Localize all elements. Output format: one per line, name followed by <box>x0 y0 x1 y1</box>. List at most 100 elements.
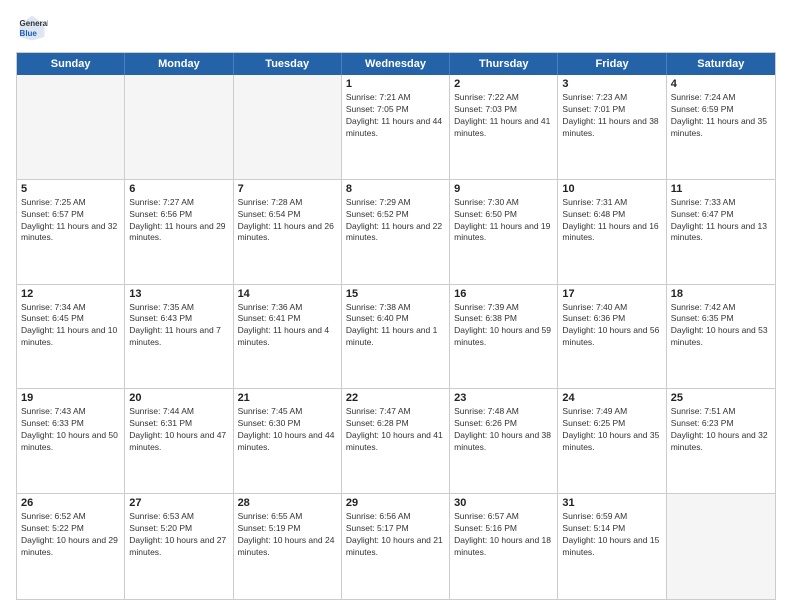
calendar-day-14: 14 Sunrise: 7:36 AMSunset: 6:41 PMDayligh… <box>234 285 342 389</box>
day-number: 16 <box>454 288 553 300</box>
calendar-day-13: 13 Sunrise: 7:35 AMSunset: 6:43 PMDayligh… <box>125 285 233 389</box>
day-number: 23 <box>454 392 553 404</box>
day-info: Sunrise: 7:47 AMSunset: 6:28 PMDaylight:… <box>346 406 443 452</box>
calendar-header: SundayMondayTuesdayWednesdayThursdayFrid… <box>17 53 775 75</box>
day-number: 4 <box>671 78 771 90</box>
calendar-day-10: 10 Sunrise: 7:31 AMSunset: 6:48 PMDayligh… <box>558 180 666 284</box>
calendar-day-empty <box>17 75 125 179</box>
day-number: 21 <box>238 392 337 404</box>
day-info: Sunrise: 7:48 AMSunset: 6:26 PMDaylight:… <box>454 406 551 452</box>
calendar-day-21: 21 Sunrise: 7:45 AMSunset: 6:30 PMDayligh… <box>234 389 342 493</box>
day-info: Sunrise: 6:56 AMSunset: 5:17 PMDaylight:… <box>346 511 443 557</box>
day-number: 18 <box>671 288 771 300</box>
calendar-day-4: 4 Sunrise: 7:24 AMSunset: 6:59 PMDaylight… <box>667 75 775 179</box>
day-info: Sunrise: 7:34 AMSunset: 6:45 PMDaylight:… <box>21 302 117 348</box>
calendar-day-16: 16 Sunrise: 7:39 AMSunset: 6:38 PMDayligh… <box>450 285 558 389</box>
calendar-day-31: 31 Sunrise: 6:59 AMSunset: 5:14 PMDayligh… <box>558 494 666 599</box>
day-info: Sunrise: 7:45 AMSunset: 6:30 PMDaylight:… <box>238 406 335 452</box>
calendar-day-empty <box>125 75 233 179</box>
header-day-monday: Monday <box>125 53 233 75</box>
calendar-day-20: 20Sunrise: 7:44 AMSunset: 6:31 PMDayligh… <box>125 389 233 493</box>
day-number: 30 <box>454 497 553 509</box>
calendar-body: 1 Sunrise: 7:21 AMSunset: 7:05 PMDaylight… <box>17 75 775 599</box>
day-number: 3 <box>562 78 661 90</box>
day-number: 29 <box>346 497 445 509</box>
day-number: 7 <box>238 183 337 195</box>
page: General Blue SundayMondayTuesdayWednesda… <box>0 0 792 612</box>
day-number: 14 <box>238 288 337 300</box>
day-number: 28 <box>238 497 337 509</box>
day-info: Sunrise: 6:52 AMSunset: 5:22 PMDaylight:… <box>21 511 118 557</box>
calendar-day-empty <box>667 494 775 599</box>
day-info: Sunrise: 7:23 AMSunset: 7:01 PMDaylight:… <box>562 92 658 138</box>
day-number: 24 <box>562 392 661 404</box>
calendar-day-22: 22 Sunrise: 7:47 AMSunset: 6:28 PMDayligh… <box>342 389 450 493</box>
day-number: 15 <box>346 288 445 300</box>
header-day-wednesday: Wednesday <box>342 53 450 75</box>
day-number: 17 <box>562 288 661 300</box>
day-info: Sunrise: 7:31 AMSunset: 6:48 PMDaylight:… <box>562 197 658 243</box>
calendar-day-6: 6 Sunrise: 7:27 AMSunset: 6:56 PMDaylight… <box>125 180 233 284</box>
day-info: Sunrise: 7:43 AMSunset: 6:33 PMDaylight:… <box>21 406 118 452</box>
day-number: 19 <box>21 392 120 404</box>
day-info: Sunrise: 7:30 AMSunset: 6:50 PMDaylight:… <box>454 197 550 243</box>
day-number: 8 <box>346 183 445 195</box>
calendar-day-12: 12 Sunrise: 7:34 AMSunset: 6:45 PMDayligh… <box>17 285 125 389</box>
day-info: Sunrise: 7:51 AMSunset: 6:23 PMDaylight:… <box>671 406 768 452</box>
day-number: 26 <box>21 497 120 509</box>
day-number: 9 <box>454 183 553 195</box>
calendar-day-23: 23 Sunrise: 7:48 AMSunset: 6:26 PMDayligh… <box>450 389 558 493</box>
day-info: Sunrise: 6:53 AMSunset: 5:20 PMDaylight:… <box>129 511 226 557</box>
calendar: SundayMondayTuesdayWednesdayThursdayFrid… <box>16 52 776 600</box>
day-number: 5 <box>21 183 120 195</box>
day-info: Sunrise: 7:39 AMSunset: 6:38 PMDaylight:… <box>454 302 551 348</box>
calendar-day-28: 28Sunrise: 6:55 AMSunset: 5:19 PMDayligh… <box>234 494 342 599</box>
calendar-day-2: 2Sunrise: 7:22 AMSunset: 7:03 PMDaylight… <box>450 75 558 179</box>
calendar-day-25: 25Sunrise: 7:51 AMSunset: 6:23 PMDayligh… <box>667 389 775 493</box>
calendar-day-11: 11Sunrise: 7:33 AMSunset: 6:47 PMDayligh… <box>667 180 775 284</box>
calendar-day-24: 24 Sunrise: 7:49 AMSunset: 6:25 PMDayligh… <box>558 389 666 493</box>
calendar-week-2: 5 Sunrise: 7:25 AMSunset: 6:57 PMDaylight… <box>17 180 775 285</box>
calendar-day-7: 7Sunrise: 7:28 AMSunset: 6:54 PMDaylight… <box>234 180 342 284</box>
day-info: Sunrise: 7:29 AMSunset: 6:52 PMDaylight:… <box>346 197 442 243</box>
header-day-saturday: Saturday <box>667 53 775 75</box>
header-day-thursday: Thursday <box>450 53 558 75</box>
day-number: 27 <box>129 497 228 509</box>
header: General Blue <box>16 12 776 44</box>
calendar-day-26: 26 Sunrise: 6:52 AMSunset: 5:22 PMDayligh… <box>17 494 125 599</box>
day-number: 13 <box>129 288 228 300</box>
day-number: 22 <box>346 392 445 404</box>
logo: General Blue <box>16 12 52 44</box>
calendar-week-4: 19 Sunrise: 7:43 AMSunset: 6:33 PMDayligh… <box>17 389 775 494</box>
calendar-day-8: 8 Sunrise: 7:29 AMSunset: 6:52 PMDaylight… <box>342 180 450 284</box>
day-info: Sunrise: 7:33 AMSunset: 6:47 PMDaylight:… <box>671 197 767 243</box>
svg-text:Blue: Blue <box>20 29 38 38</box>
day-number: 1 <box>346 78 445 90</box>
day-number: 31 <box>562 497 661 509</box>
calendar-day-19: 19 Sunrise: 7:43 AMSunset: 6:33 PMDayligh… <box>17 389 125 493</box>
day-info: Sunrise: 6:59 AMSunset: 5:14 PMDaylight:… <box>562 511 659 557</box>
day-info: Sunrise: 7:40 AMSunset: 6:36 PMDaylight:… <box>562 302 659 348</box>
day-info: Sunrise: 7:49 AMSunset: 6:25 PMDaylight:… <box>562 406 659 452</box>
day-info: Sunrise: 7:25 AMSunset: 6:57 PMDaylight:… <box>21 197 117 243</box>
generalblue-logo-icon: General Blue <box>16 12 48 44</box>
header-day-friday: Friday <box>558 53 666 75</box>
calendar-week-1: 1 Sunrise: 7:21 AMSunset: 7:05 PMDaylight… <box>17 75 775 180</box>
calendar-day-27: 27 Sunrise: 6:53 AMSunset: 5:20 PMDayligh… <box>125 494 233 599</box>
header-day-tuesday: Tuesday <box>234 53 342 75</box>
day-number: 20 <box>129 392 228 404</box>
day-info: Sunrise: 7:27 AMSunset: 6:56 PMDaylight:… <box>129 197 225 243</box>
header-day-sunday: Sunday <box>17 53 125 75</box>
day-info: Sunrise: 7:24 AMSunset: 6:59 PMDaylight:… <box>671 92 767 138</box>
day-info: Sunrise: 7:21 AMSunset: 7:05 PMDaylight:… <box>346 92 442 138</box>
day-number: 12 <box>21 288 120 300</box>
day-info: Sunrise: 7:35 AMSunset: 6:43 PMDaylight:… <box>129 302 221 348</box>
calendar-day-3: 3 Sunrise: 7:23 AMSunset: 7:01 PMDaylight… <box>558 75 666 179</box>
day-number: 10 <box>562 183 661 195</box>
calendar-day-9: 9 Sunrise: 7:30 AMSunset: 6:50 PMDaylight… <box>450 180 558 284</box>
day-info: Sunrise: 7:36 AMSunset: 6:41 PMDaylight:… <box>238 302 330 348</box>
calendar-week-3: 12 Sunrise: 7:34 AMSunset: 6:45 PMDayligh… <box>17 285 775 390</box>
day-number: 6 <box>129 183 228 195</box>
calendar-day-30: 30Sunrise: 6:57 AMSunset: 5:16 PMDayligh… <box>450 494 558 599</box>
calendar-day-empty <box>234 75 342 179</box>
